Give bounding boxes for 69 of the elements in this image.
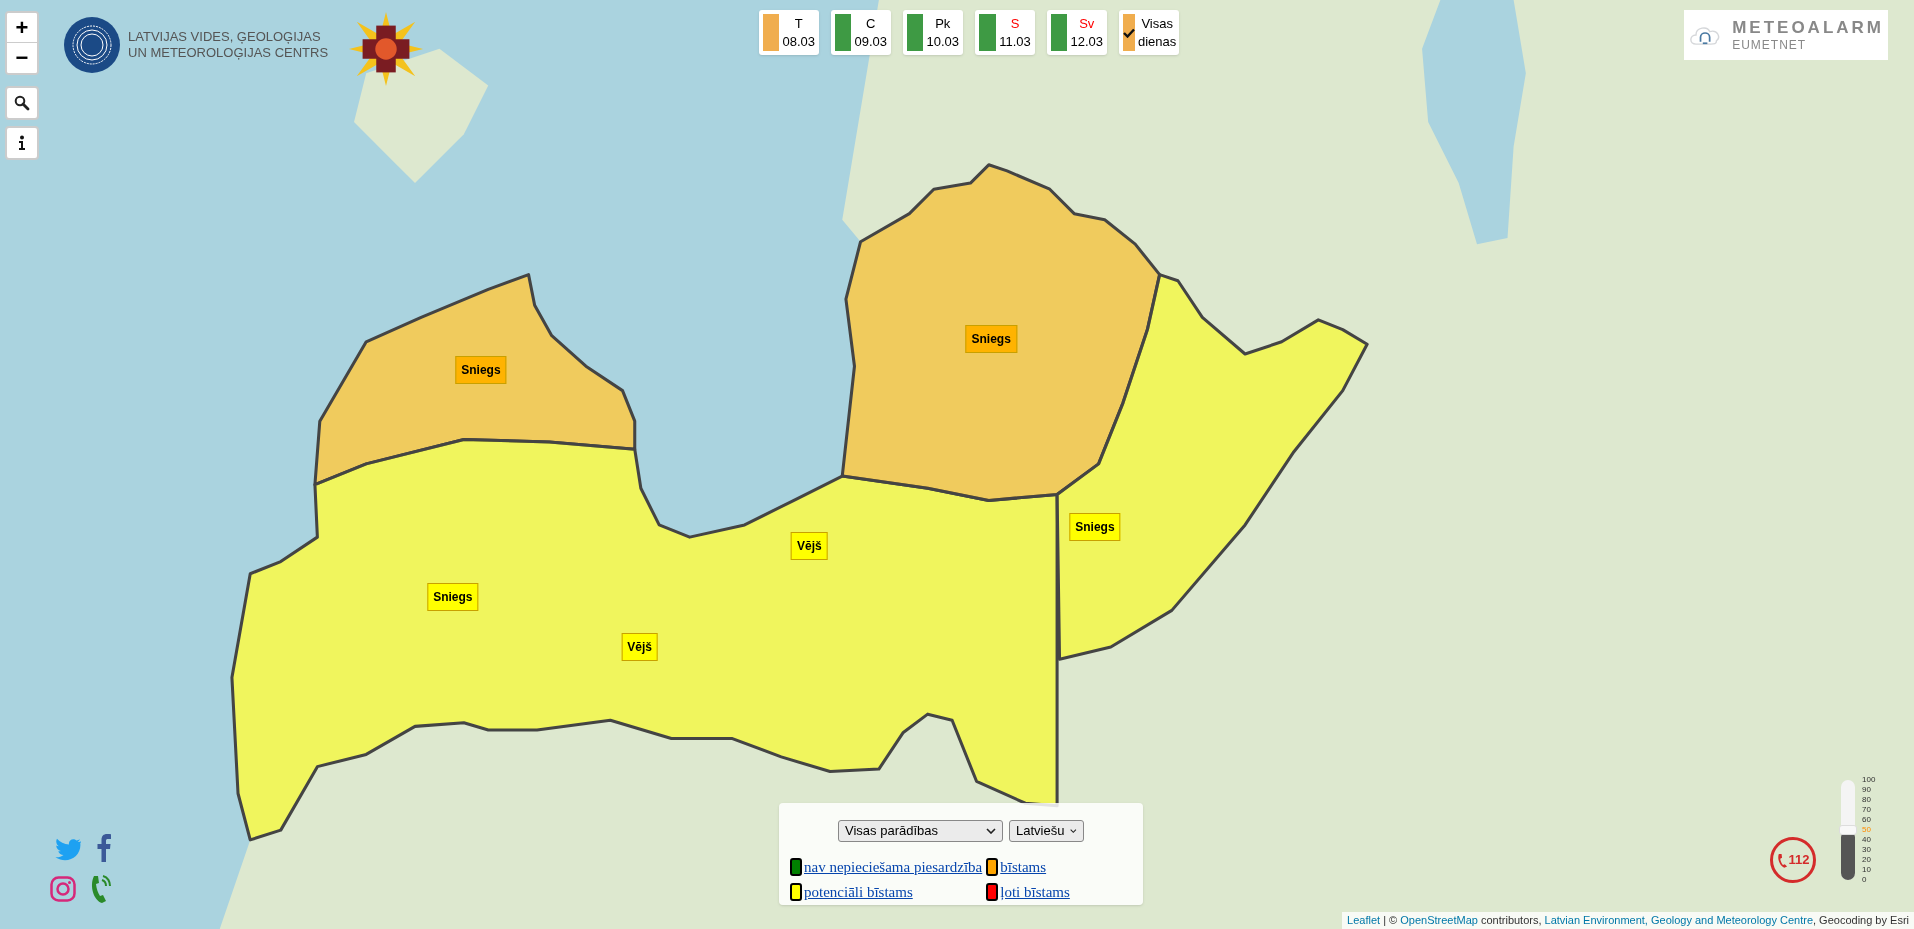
facebook-icon[interactable] <box>97 834 111 862</box>
attribution-text: Leaflet | © OpenStreetMap contributors, Latvian Environment, Geology and Meteorology Centre, Geocoding by Esri <box>1342 912 1914 929</box>
day-tab[interactable]: Visas dienas <box>1119 10 1179 55</box>
info-button[interactable] <box>5 126 39 160</box>
search-button[interactable] <box>5 86 39 120</box>
slider-tick: 60 <box>1862 816 1872 824</box>
slider-tick: 90 <box>1862 786 1872 794</box>
day-tab[interactable]: T 08.03 <box>759 10 819 55</box>
slider-tick: 50 <box>1862 826 1872 834</box>
legend-link[interactable]: ļoti bīstams <box>1000 880 1070 903</box>
warning-area[interactable] <box>840 163 1162 503</box>
day-date: 11.03 <box>999 32 1031 51</box>
day-date: 09.03 <box>854 32 887 51</box>
slider-tick: 70 <box>1862 806 1872 814</box>
warning-label[interactable]: Sniegs <box>965 325 1017 354</box>
slider-tick: 10 <box>1862 866 1872 874</box>
language-dropdown[interactable]: Latviešu <box>1009 820 1084 842</box>
slider-tick: 100 <box>1862 776 1876 784</box>
caret-icon <box>986 828 996 834</box>
slider-thumb[interactable] <box>1839 825 1857 835</box>
day-date: dienas <box>1138 32 1177 51</box>
day-name: Sv <box>1079 14 1095 33</box>
attribution-link[interactable]: Latvian Environment, Geology and Meteorology Centre <box>1544 914 1813 926</box>
emergency-number: 112 <box>1788 851 1810 870</box>
logo-subtitle: EUMETNET <box>1732 39 1808 51</box>
warning-label[interactable]: Sniegs <box>455 355 507 384</box>
zoom-in-button[interactable]: + <box>7 13 37 43</box>
day-name: Visas <box>1141 14 1173 33</box>
meteoalarm-logo[interactable]: METEOALARM EUMETNET <box>1684 10 1888 60</box>
instagram-icon[interactable] <box>50 876 76 902</box>
warning-label[interactable]: Vējš <box>790 531 828 560</box>
legend-link[interactable]: nav nepieciešama piesardzība <box>804 856 983 879</box>
opacity-slider[interactable] <box>1841 780 1855 880</box>
check-icon <box>1123 27 1135 38</box>
attribution-link[interactable]: Leaflet <box>1347 914 1381 926</box>
day-name: Pk <box>935 14 951 33</box>
phone-icon <box>1776 852 1788 868</box>
warning-label[interactable]: Vējš <box>621 633 658 661</box>
logo-title: METEOALARM <box>1732 19 1884 36</box>
day-date: 10.03 <box>926 32 959 51</box>
warning-label[interactable]: Sniegs <box>427 582 479 611</box>
legend-link[interactable]: bīstams <box>1000 856 1047 879</box>
day-name: S <box>1010 14 1020 33</box>
day-tab[interactable]: C 09.03 <box>831 10 891 55</box>
info-icon <box>18 135 26 151</box>
emergency-badge[interactable]: 112 <box>1770 837 1816 883</box>
legend-link[interactable]: potenciāli bīstams <box>804 880 913 903</box>
day-date: 12.03 <box>1070 32 1103 51</box>
agency-name: LATVIJAS VIDES, ĢEOLOĢIJAS <box>128 29 322 45</box>
day-date: 08.03 <box>782 32 815 51</box>
day-tab[interactable]: Pk 10.03 <box>903 10 963 55</box>
slider-tick: 40 <box>1862 836 1872 844</box>
agency-name: UN METEOROLOĢIJAS CENTRS <box>128 45 329 61</box>
slider-tick: 20 <box>1862 856 1872 864</box>
attribution-link[interactable]: OpenStreetMap <box>1400 914 1478 926</box>
warning-label[interactable]: Sniegs <box>1069 513 1121 542</box>
warning-area[interactable] <box>313 273 637 487</box>
caret-icon <box>1070 828 1077 834</box>
slider-tick: 0 <box>1862 876 1868 884</box>
agency-logo-icon <box>64 17 120 73</box>
day-tab[interactable]: S 11.03 <box>975 10 1035 55</box>
filter-dropdown[interactable]: Visas parādības <box>838 820 1003 842</box>
day-name: T <box>794 14 803 33</box>
day-tab[interactable]: Sv 12.03 <box>1047 10 1107 55</box>
warning-area[interactable] <box>1055 273 1369 661</box>
day-name: C <box>866 14 876 33</box>
slider-tick: 30 <box>1862 846 1872 854</box>
slider-tick: 80 <box>1862 796 1872 804</box>
search-icon <box>14 95 30 111</box>
